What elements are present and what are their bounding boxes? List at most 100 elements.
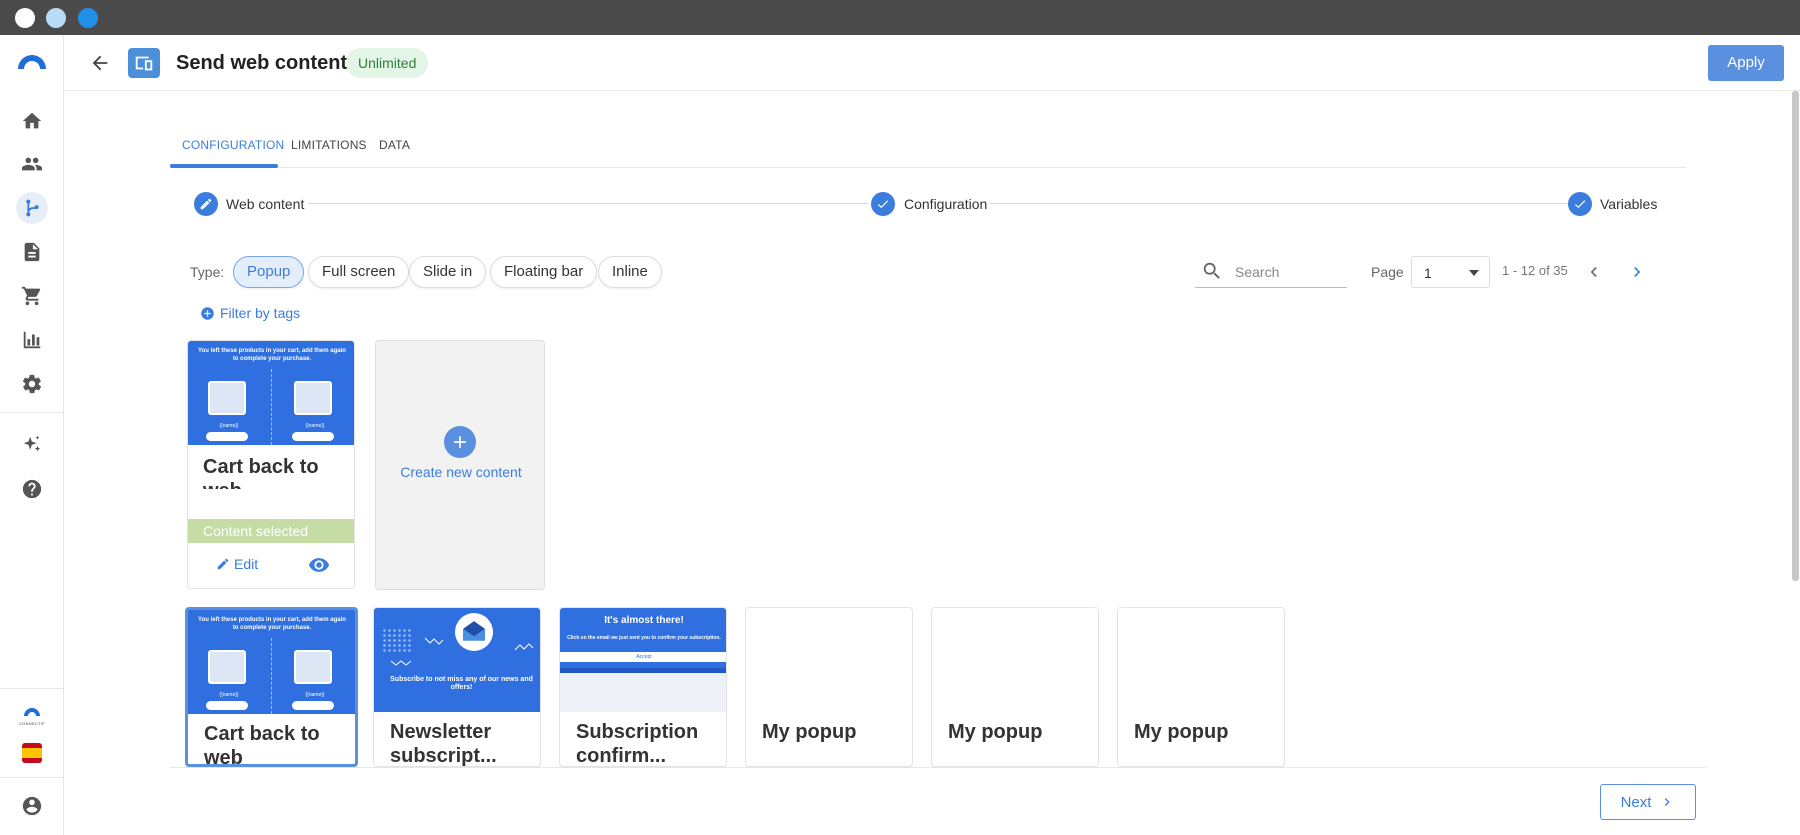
window-close-button[interactable]	[15, 8, 35, 28]
thumbnail-button	[206, 701, 248, 710]
filter-by-tags-button[interactable]: Filter by tags	[200, 305, 300, 321]
prev-page-icon[interactable]	[1582, 260, 1606, 284]
envelope-icon	[455, 613, 493, 651]
next-button[interactable]: Next	[1600, 784, 1696, 820]
document-icon[interactable]	[16, 236, 48, 268]
window-titlebar	[0, 0, 1800, 35]
zigzag-decoration	[390, 660, 412, 666]
zigzag-decoration	[514, 643, 534, 651]
type-chip-full-screen[interactable]: Full screen	[308, 256, 410, 288]
edit-label: Edit	[234, 556, 259, 572]
card-title: Cart back to web	[204, 723, 320, 767]
thumbnail-divider	[271, 369, 272, 445]
sidebar-divider	[0, 412, 63, 413]
cart-icon[interactable]	[16, 280, 48, 312]
step-web-content[interactable]: Web content	[226, 196, 305, 212]
type-chip-floating-bar[interactable]: Floating bar	[490, 256, 598, 288]
type-chip-slide-in[interactable]: Slide in	[409, 256, 487, 288]
step-check-icon[interactable]	[1568, 192, 1592, 216]
card-actions: Edit	[188, 543, 354, 585]
card-title: Newsletter subscript...	[390, 721, 497, 767]
footer-divider	[170, 767, 1706, 768]
content-card[interactable]: My popup	[745, 607, 913, 767]
tab-data[interactable]: DATA	[379, 138, 410, 152]
content-thumbnail: You left these products in your cart, ad…	[188, 610, 355, 714]
step-configuration[interactable]: Configuration	[904, 196, 988, 212]
image-placeholder-icon	[208, 650, 246, 684]
content-card[interactable]: My popup	[931, 607, 1099, 767]
filter-by-tags-label: Filter by tags	[220, 305, 301, 321]
active-tab-indicator	[170, 164, 278, 168]
content-card[interactable]: Subscribe to not miss any of our news an…	[373, 607, 541, 767]
content-card[interactable]: You left these products in your cart, ad…	[185, 607, 358, 767]
tab-bar: CONFIGURATION LIMITATIONS DATA	[170, 128, 1686, 168]
thumbnail-product: {{name}}	[274, 638, 355, 714]
help-icon[interactable]	[16, 473, 48, 505]
thumbnail-name: {{name}}	[219, 423, 239, 429]
thumbnail-product: {{name}}	[274, 369, 354, 445]
page-range-text: 1 - 12 of 35	[1502, 263, 1568, 278]
page-scrollbar[interactable]	[1790, 91, 1800, 835]
type-filter-label: Type:	[190, 264, 225, 280]
step-check-icon[interactable]	[871, 192, 895, 216]
stepper-connector	[990, 203, 1570, 204]
step-edit-icon[interactable]	[194, 192, 218, 216]
apply-button[interactable]: Apply	[1708, 45, 1784, 81]
dot-pattern	[382, 628, 412, 654]
bar-chart-icon[interactable]	[16, 324, 48, 356]
sparkle-icon[interactable]	[16, 429, 48, 461]
thumbnail-text: You left these products in your cart, ad…	[198, 348, 346, 362]
language-flag-icon[interactable]	[22, 743, 42, 763]
scrollbar-thumb[interactable]	[1792, 91, 1799, 581]
add-circle-icon	[201, 306, 214, 320]
pencil-icon	[217, 558, 229, 570]
back-arrow-icon[interactable]	[86, 49, 114, 77]
thumbnail-text: Subscribe to not miss any of our news an…	[390, 676, 533, 691]
content-card[interactable]: It's almost there! Click on the email we…	[559, 607, 727, 767]
content-thumbnail	[746, 608, 912, 712]
web-content-icon	[128, 48, 160, 78]
type-chip-inline[interactable]: Inline	[598, 256, 662, 288]
plus-icon	[444, 426, 476, 458]
selected-content-card: You left these products in your cart, ad…	[187, 340, 355, 589]
eye-icon[interactable]	[308, 554, 330, 581]
stepper-connector	[308, 203, 868, 204]
image-placeholder-icon	[294, 381, 332, 415]
app-logo[interactable]	[14, 49, 50, 73]
people-icon[interactable]	[16, 148, 48, 180]
page-select-value: 1	[1424, 265, 1432, 281]
flow-icon[interactable]	[16, 192, 48, 224]
type-chip-popup[interactable]: Popup	[233, 256, 305, 288]
content-thumbnail	[1118, 608, 1284, 712]
thumbnail-subtitle: Click on the email we just sent you to c…	[567, 635, 721, 641]
thumbnail-title: It's almost there!	[604, 615, 684, 626]
account-icon[interactable]	[16, 790, 48, 822]
status-badge: Unlimited	[346, 48, 429, 78]
thumbnail-stripe	[560, 668, 726, 673]
create-new-content-card[interactable]: Create new content	[375, 340, 545, 590]
step-variables[interactable]: Variables	[1600, 196, 1658, 212]
thumbnail-accept-button: Accept	[560, 652, 726, 662]
card-title: My popup	[762, 721, 857, 743]
card-title: Cart back to web	[203, 456, 319, 489]
home-icon[interactable]	[16, 105, 48, 137]
next-page-icon[interactable]	[1625, 260, 1649, 284]
create-new-content-label: Create new content	[400, 464, 522, 480]
thumbnail-text: You left these products in your cart, ad…	[198, 617, 346, 631]
search-input[interactable]	[1235, 261, 1340, 283]
brand-mini-logo: CONNECTIF	[17, 704, 47, 726]
window-minimize-button[interactable]	[46, 8, 66, 28]
tab-limitations[interactable]: LIMITATIONS	[291, 138, 367, 152]
window-maximize-button[interactable]	[78, 8, 98, 28]
page-label: Page	[1371, 264, 1404, 280]
next-label: Next	[1620, 793, 1652, 811]
content-card[interactable]: My popup	[1117, 607, 1285, 767]
brand-mini-label: CONNECTIF	[18, 721, 46, 726]
edit-button[interactable]: Edit	[216, 556, 258, 572]
gear-icon[interactable]	[16, 368, 48, 400]
search-icon	[1203, 262, 1220, 279]
thumbnail-header: It's almost there! Click on the email we…	[560, 608, 726, 668]
zigzag-decoration	[424, 637, 444, 645]
tab-configuration[interactable]: CONFIGURATION	[182, 138, 284, 152]
page-select[interactable]: 1	[1411, 256, 1490, 288]
